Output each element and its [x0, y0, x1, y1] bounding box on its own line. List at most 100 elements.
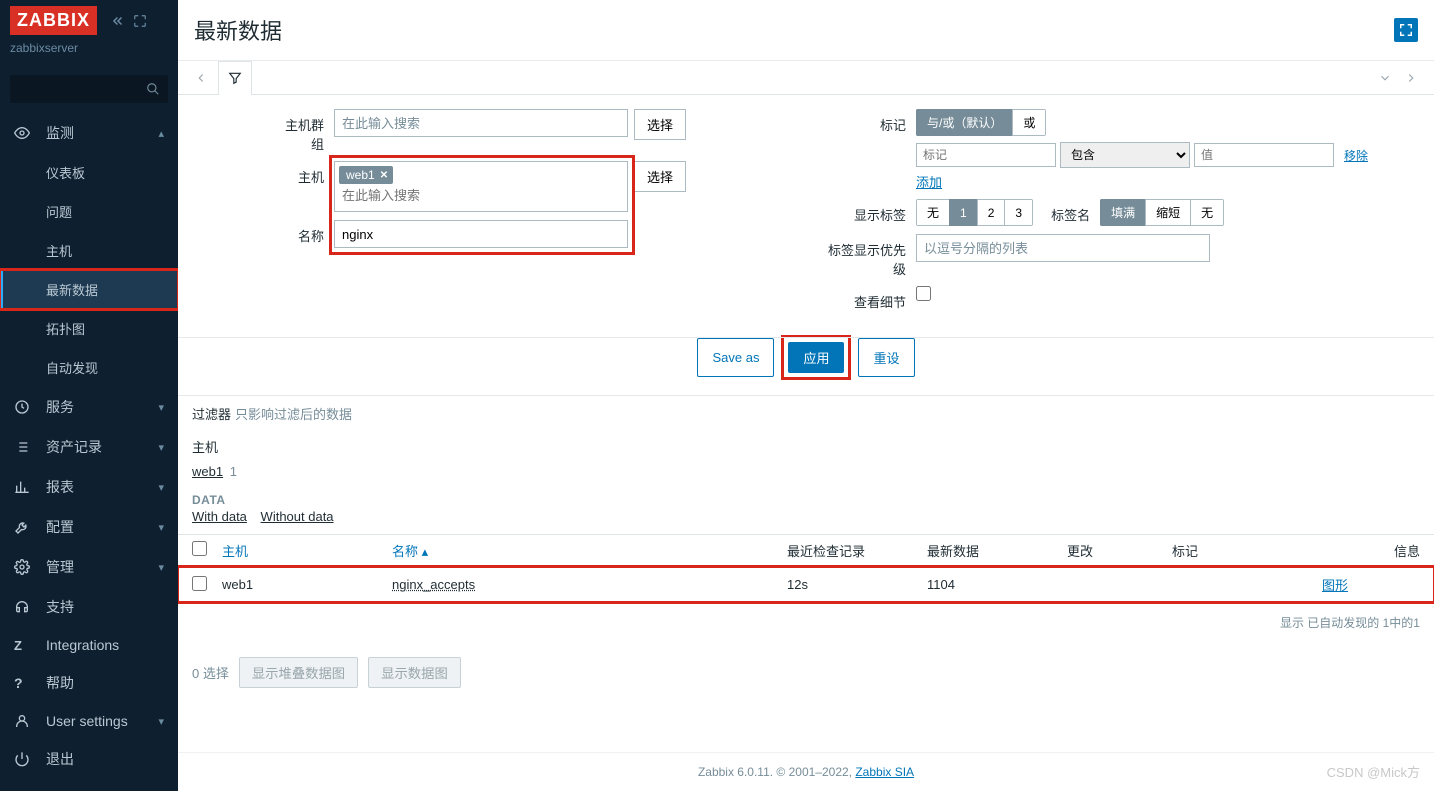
submenu-maps[interactable]: 拓扑图 [0, 309, 178, 348]
cell-item-name[interactable]: nginx_accepts [392, 577, 475, 592]
footer-integrations[interactable]: Z Integrations [0, 627, 178, 663]
host-select-button[interactable]: 选择 [634, 161, 686, 192]
data-section-head: DATA [178, 487, 1434, 509]
submenu-problems[interactable]: 问题 [0, 192, 178, 231]
col-host[interactable]: 主机 [222, 541, 392, 560]
clock-icon [14, 399, 36, 415]
tag-match-select[interactable]: 包含 [1060, 142, 1190, 168]
tag-value-input[interactable] [1194, 143, 1334, 167]
user-icon [14, 713, 36, 729]
select-all-checkbox[interactable] [192, 541, 207, 556]
host-label: 主机 [276, 161, 334, 186]
showtags-none[interactable]: 无 [916, 199, 950, 226]
submenu-discovery[interactable]: 自动发现 [0, 348, 178, 387]
footer-help[interactable]: ? 帮助 [0, 663, 178, 703]
host-tag-label: web1 [346, 168, 375, 182]
table-header: 主机 名称 ▴ 最近检查记录 最新数据 更改 标记 信息 [178, 534, 1434, 567]
footer-logout[interactable]: 退出 [0, 739, 178, 779]
search-input[interactable] [10, 75, 168, 103]
save-as-button[interactable]: Save as [697, 338, 774, 377]
hostgroup-input[interactable] [334, 109, 628, 137]
wrench-icon [14, 519, 36, 535]
submenu-dashboard[interactable]: 仪表板 [0, 153, 178, 192]
eye-icon [14, 125, 36, 141]
hostgroup-select-button[interactable]: 选择 [634, 109, 686, 140]
page-footer: Zabbix 6.0.11. © 2001–2022, Zabbix SIA [178, 752, 1434, 791]
submenu-latest-data[interactable]: 最新数据 [0, 270, 178, 309]
name-input[interactable] [334, 220, 628, 248]
tagname-label: 标签名 [1033, 199, 1100, 224]
tab-prev-icon[interactable] [188, 71, 214, 85]
main-content: 最新数据 主机群组 选择 [178, 0, 1434, 791]
host-input[interactable] [339, 184, 623, 207]
apply-button[interactable]: 应用 [788, 342, 844, 373]
col-name[interactable]: 名称 ▴ [392, 541, 787, 560]
showtags-1[interactable]: 1 [949, 199, 978, 226]
tag-key-input[interactable] [916, 143, 1056, 167]
showtags-group[interactable]: 无 1 2 3 [916, 199, 1033, 226]
menu-item-services[interactable]: 服务 ▾ [0, 387, 178, 427]
chevron-down-icon: ▾ [158, 441, 164, 454]
table-row: web1 nginx_accepts 12s 1104 图形 [178, 567, 1434, 602]
showtags-3[interactable]: 3 [1004, 199, 1033, 226]
menu-label: 资产记录 [46, 437, 102, 457]
details-checkbox[interactable] [916, 286, 931, 301]
menu-label: User settings [46, 713, 128, 729]
tagname-short[interactable]: 缩短 [1145, 199, 1191, 226]
search-icon[interactable] [138, 82, 168, 96]
showtags-2[interactable]: 2 [977, 199, 1006, 226]
list-icon [14, 439, 36, 455]
showtags-label: 显示标签 [816, 199, 916, 224]
kiosk-button[interactable] [1394, 18, 1418, 42]
server-name: zabbixserver [10, 41, 168, 55]
tag-operator-group[interactable]: 与/或（默认） 或 [916, 109, 1046, 136]
tag-add-link[interactable]: 添加 [916, 172, 942, 191]
tag-remove-link[interactable]: 移除 [1344, 147, 1368, 164]
tab-next-icon[interactable] [1398, 71, 1424, 85]
chevron-down-icon: ▾ [158, 561, 164, 574]
fullscreen-small-icon[interactable] [133, 14, 147, 28]
tagname-group[interactable]: 填满 缩短 无 [1100, 199, 1224, 226]
menu-item-administration[interactable]: 管理 ▾ [0, 547, 178, 587]
chevron-down-icon: ▾ [158, 401, 164, 414]
zabbix-sia-link[interactable]: Zabbix SIA [855, 765, 914, 779]
submenu-hosts[interactable]: 主机 [0, 231, 178, 270]
host-tag[interactable]: web1 ✕ [339, 166, 393, 184]
filter-tab[interactable] [218, 61, 252, 95]
menu-label: Integrations [46, 637, 119, 653]
sidebar: ZABBIX zabbixserver 监测 ▴ 仪表板 [0, 0, 178, 791]
without-data-link[interactable]: Without data [261, 509, 334, 524]
chevron-down-icon: ▾ [158, 481, 164, 494]
question-icon: ? [14, 675, 36, 691]
tagname-full[interactable]: 填满 [1100, 199, 1146, 226]
footer-support[interactable]: 支持 [0, 587, 178, 627]
cell-host: web1 [222, 577, 392, 592]
logo: ZABBIX [10, 6, 97, 35]
host-multiselect[interactable]: web1 ✕ [334, 161, 628, 212]
menu-item-monitoring[interactable]: 监测 ▴ [0, 113, 178, 153]
menu-item-reports[interactable]: 报表 ▾ [0, 467, 178, 507]
footer-user-settings[interactable]: User settings ▾ [0, 703, 178, 739]
tagname-none[interactable]: 无 [1190, 199, 1224, 226]
menu-label: 报表 [46, 477, 74, 497]
row-checkbox[interactable] [192, 576, 207, 591]
watermark: CSDN @Mick方 [1327, 762, 1420, 781]
tag-op-or[interactable]: 或 [1012, 109, 1046, 136]
chevron-up-icon: ▴ [158, 127, 164, 140]
collapse-icon[interactable] [111, 14, 125, 28]
host-filter-link[interactable]: web1 [192, 464, 223, 479]
reset-button[interactable]: 重设 [858, 338, 914, 377]
selection-count: 0 选择 [192, 663, 229, 682]
tab-collapse-icon[interactable] [1372, 71, 1398, 85]
graph-link[interactable]: 图形 [1322, 578, 1348, 593]
filter-result-label: 过滤器 [192, 404, 231, 423]
tagprio-input[interactable] [916, 234, 1210, 262]
with-data-link[interactable]: With data [192, 509, 247, 524]
menu-label: 监测 [46, 123, 74, 143]
menu-item-configuration[interactable]: 配置 ▾ [0, 507, 178, 547]
tag-op-andor[interactable]: 与/或（默认） [916, 109, 1013, 136]
menu-item-inventory[interactable]: 资产记录 ▾ [0, 427, 178, 467]
remove-tag-icon[interactable]: ✕ [380, 170, 388, 181]
cell-lastcheck: 12s [787, 577, 927, 592]
filter-result-note: 只影响过滤后的数据 [235, 404, 352, 423]
